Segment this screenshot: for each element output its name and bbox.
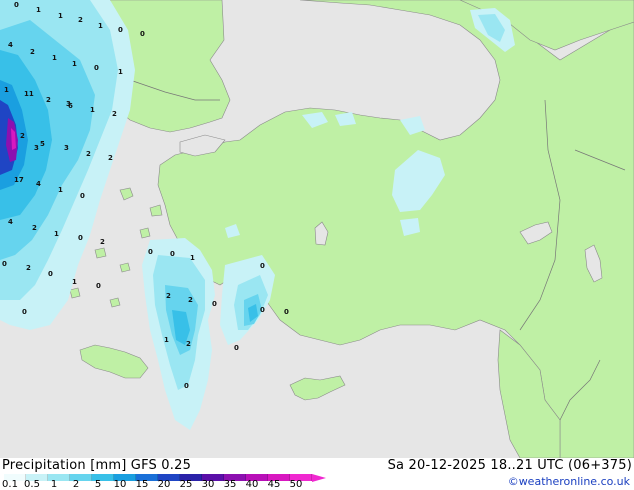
precip-value-label: 0 bbox=[14, 1, 19, 9]
precip-value-label: 2 bbox=[78, 16, 83, 24]
precip-value-label: 17 bbox=[14, 176, 24, 184]
precip-value-label: 0 bbox=[140, 30, 145, 38]
precip-value-label: 6 bbox=[68, 102, 73, 110]
precip-value-label: 1 bbox=[118, 68, 123, 76]
island-8 bbox=[109, 297, 121, 308]
precip-value-label: 2 bbox=[188, 296, 193, 304]
precip-value-label: 1 bbox=[90, 106, 95, 114]
precip-value-label: 3 bbox=[64, 144, 69, 152]
precip-value-label: 0 bbox=[96, 282, 101, 290]
legend-tick-label: 0.5 bbox=[24, 479, 40, 490]
precip-value-label: 0 bbox=[80, 192, 85, 200]
legend-tick-label: 25 bbox=[179, 479, 193, 490]
map-svg: 011 21 0 04211 0 11 112331 22625 3217 410421 0 20 20… bbox=[0, 0, 634, 458]
legend-tick-label: 10 bbox=[113, 479, 127, 490]
legend-tick-label: 50 bbox=[289, 479, 303, 490]
precip-value-label: 0 bbox=[284, 308, 289, 316]
legend-tick-label: 45 bbox=[267, 479, 281, 490]
island-7 bbox=[69, 287, 81, 299]
precip-value-label: 0 bbox=[78, 234, 83, 242]
precip-value-label: 1 bbox=[52, 54, 57, 62]
precip-value-label: 0 bbox=[148, 248, 153, 256]
legend-tick-label: 1 bbox=[50, 479, 58, 490]
precip-value-label: 0 bbox=[184, 382, 189, 390]
precip-value-label: 0 bbox=[22, 308, 27, 316]
precip-value-label: 2 bbox=[86, 150, 91, 158]
precip-value-label: 0 bbox=[170, 250, 175, 258]
precip-value-label: 1 bbox=[36, 6, 41, 14]
precip-value-label: 2 bbox=[166, 292, 171, 300]
precip-value-label: 0 bbox=[260, 262, 265, 270]
legend-tick-label: 5 bbox=[94, 479, 102, 490]
legend-ticks: 0.1 0.5 1 2 5 10 15 20 25 30 35 40 45 50 bbox=[0, 480, 330, 490]
precip-value-label: 4 bbox=[8, 41, 13, 49]
precip-value-label: 0 bbox=[212, 300, 217, 308]
precip-value-label: 0 bbox=[94, 64, 99, 72]
precip-value-label: 5 bbox=[40, 140, 45, 148]
precip-value-label: 1 bbox=[98, 22, 103, 30]
precip-value-label: 0 bbox=[118, 26, 123, 34]
map-timestamp: Sa 20-12-2025 18..21 UTC (06+375) bbox=[387, 458, 632, 473]
credit-link[interactable]: ©weatheronline.co.uk bbox=[508, 475, 630, 488]
precip-value-label: 1 bbox=[58, 12, 63, 20]
precip-value-label: 2 bbox=[186, 340, 191, 348]
precip-value-label: 2 bbox=[46, 96, 51, 104]
precip-value-label: 0 bbox=[48, 270, 53, 278]
precip-value-label: 3 bbox=[34, 144, 39, 152]
precip-value-label: 2 bbox=[32, 224, 37, 232]
island-3 bbox=[139, 227, 151, 239]
precip-value-label: 4 bbox=[36, 180, 41, 188]
map-title: Precipitation [mm] GFS 0.25 bbox=[2, 458, 192, 473]
precip-value-label: 1 bbox=[190, 254, 195, 262]
precip-value-label: 1 bbox=[4, 86, 9, 94]
precip-value-label: 2 bbox=[20, 132, 25, 140]
precip-value-label: 1 bbox=[72, 60, 77, 68]
legend-tick-label: 2 bbox=[72, 479, 80, 490]
legend-tick-label: 0.1 bbox=[2, 479, 18, 490]
precipitation-map: 0 1 1 2 1 0 0 4 2 1 1 0 1 1 11 2 3 3 1 2 2 6 2 5 3 2 17 4 1 0 4 2 1 0 2 0 2 0… bbox=[0, 0, 634, 458]
precip-value-label: 2 bbox=[112, 110, 117, 118]
precip-value-label: 11 bbox=[24, 90, 34, 98]
precip-value-label: 1 bbox=[72, 278, 77, 286]
legend-tick-label: 15 bbox=[135, 479, 149, 490]
legend-tick-label: 40 bbox=[245, 479, 259, 490]
precip-value-label: 2 bbox=[30, 48, 35, 56]
island-4 bbox=[94, 247, 107, 259]
precip-value-label: 2 bbox=[26, 264, 31, 272]
precip-value-label: 0 bbox=[234, 344, 239, 352]
legend-tick-label: 35 bbox=[223, 479, 237, 490]
precip-value-label: 1 bbox=[164, 336, 169, 344]
precip-value-label: 2 bbox=[108, 154, 113, 162]
footer: Precipitation [mm] GFS 0.25 Sa 20-12-202… bbox=[0, 458, 634, 490]
precip-value-label: 1 bbox=[54, 230, 59, 238]
legend-tick-label: 20 bbox=[157, 479, 171, 490]
precip-value-label: 2 bbox=[100, 238, 105, 246]
island-5 bbox=[119, 262, 131, 273]
precip-value-label: 4 bbox=[8, 218, 13, 226]
precip-value-label: 0 bbox=[2, 260, 7, 268]
precip-value-label: 1 bbox=[58, 186, 63, 194]
precip-value-label: 0 bbox=[260, 306, 265, 314]
legend-tick-label: 30 bbox=[201, 479, 215, 490]
